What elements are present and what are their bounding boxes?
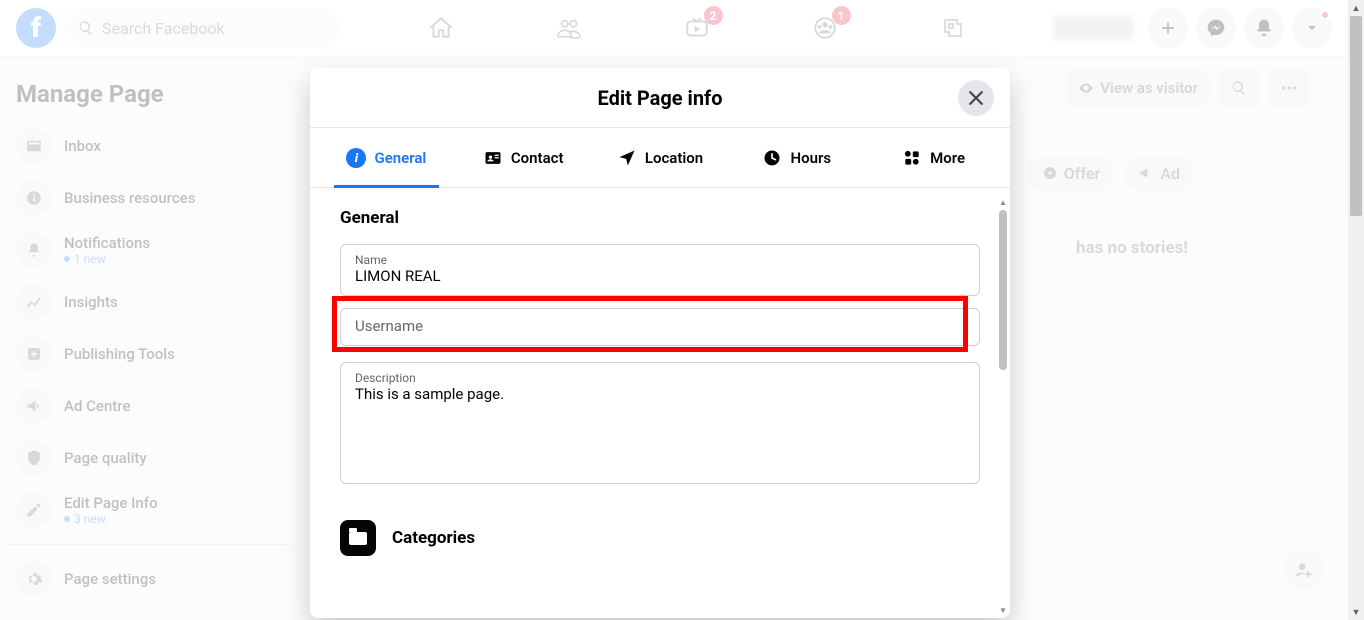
categories-section: Categories — [340, 520, 980, 556]
location-icon — [617, 148, 637, 168]
tab-location[interactable]: Location — [592, 128, 729, 187]
modal-header: Edit Page info — [310, 68, 1010, 128]
close-icon — [966, 88, 986, 108]
clock-icon — [762, 148, 782, 168]
scroll-thumb[interactable] — [999, 210, 1007, 370]
window-scrollbar[interactable]: ▲ ▼ — [1348, 0, 1364, 620]
modal-scrollbar[interactable]: ▲ ▼ — [998, 196, 1008, 616]
description-field[interactable]: Description This is a sample page. — [340, 362, 980, 484]
close-button[interactable] — [958, 80, 994, 116]
scroll-up-icon: ▲ — [998, 196, 1008, 208]
modal-body: General Name LIMON REAL Username Descrip… — [310, 188, 1010, 618]
scroll-down-icon: ▼ — [998, 604, 1008, 616]
tab-contact[interactable]: Contact — [455, 128, 592, 187]
modal-tabs: i General Contact Location Hours More — [310, 128, 1010, 188]
tab-general[interactable]: i General — [318, 128, 455, 187]
scroll-up-icon: ▲ — [1348, 0, 1364, 16]
modal-title: Edit Page info — [598, 86, 723, 110]
more-icon — [902, 148, 922, 168]
info-icon: i — [346, 148, 366, 168]
scroll-down-icon: ▼ — [1348, 604, 1364, 620]
contact-icon — [483, 148, 503, 168]
tab-more[interactable]: More — [865, 128, 1002, 187]
scroll-thumb[interactable] — [1350, 16, 1362, 216]
name-field[interactable]: Name LIMON REAL — [340, 244, 980, 296]
folder-icon — [340, 520, 376, 556]
username-field[interactable]: Username — [340, 308, 980, 346]
section-general-title: General — [340, 208, 980, 228]
edit-page-modal: Edit Page info i General Contact Locatio… — [310, 68, 1010, 618]
tab-hours[interactable]: Hours — [728, 128, 865, 187]
